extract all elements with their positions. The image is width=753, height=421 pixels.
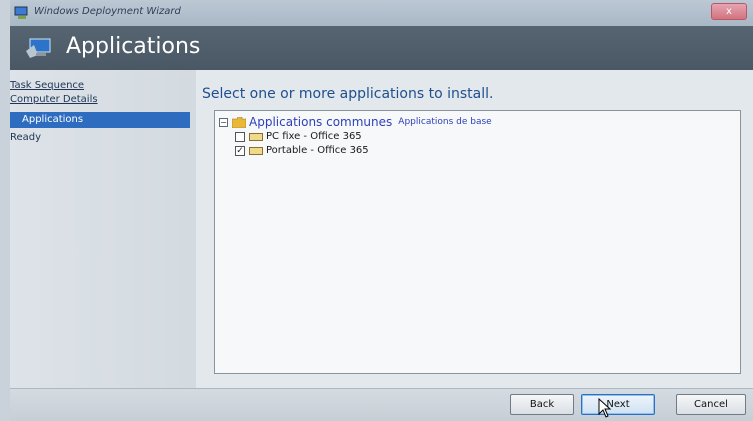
- back-button[interactable]: Back: [510, 394, 574, 415]
- checkbox-portable[interactable]: ✓: [235, 145, 245, 156]
- close-button[interactable]: x: [711, 3, 747, 20]
- nav-item-ready: Ready: [10, 132, 42, 143]
- application-icon: [249, 146, 263, 155]
- nav-item-computer-details[interactable]: Computer Details: [10, 94, 98, 105]
- group-label: Applications communes: [249, 115, 393, 129]
- tree-group-row[interactable]: − Applications communes Applications de …: [219, 115, 492, 129]
- folder-icon: [232, 116, 246, 128]
- tree-item-pc-fixe[interactable]: PC fixe - Office 365: [235, 131, 362, 142]
- nav-item-applications[interactable]: Applications: [10, 112, 190, 128]
- tree-item-portable[interactable]: ✓ Portable - Office 365: [235, 145, 369, 156]
- page-title: Applications: [66, 34, 201, 59]
- mouse-cursor-icon: [598, 398, 612, 418]
- cancel-button[interactable]: Cancel: [676, 394, 746, 415]
- title-bar[interactable]: Windows Deployment Wizard x: [10, 0, 753, 26]
- app-label: PC fixe - Office 365: [266, 131, 362, 142]
- close-icon: x: [726, 6, 732, 17]
- button-bar: Back Next Cancel: [10, 388, 753, 421]
- window-title: Windows Deployment Wizard: [34, 6, 181, 17]
- computer-monitor-icon: [26, 38, 51, 58]
- group-description: Applications de base: [398, 117, 492, 127]
- instruction-text: Select one or more applications to insta…: [202, 86, 494, 102]
- wizard-steps-nav: Task Sequence Computer Details Applicati…: [10, 70, 196, 388]
- application-icon: [249, 132, 263, 141]
- wizard-computer-icon: [14, 6, 28, 19]
- applications-tree[interactable]: − Applications communes Applications de …: [214, 110, 741, 374]
- next-button[interactable]: Next: [581, 394, 655, 415]
- main-panel: Select one or more applications to insta…: [196, 70, 753, 388]
- page-header: Applications: [10, 26, 753, 70]
- app-label: Portable - Office 365: [266, 145, 369, 156]
- nav-item-task-sequence[interactable]: Task Sequence: [10, 80, 84, 91]
- checkbox-pc-fixe[interactable]: [235, 131, 245, 142]
- collapse-icon[interactable]: −: [219, 117, 228, 127]
- deployment-wizard-window: Windows Deployment Wizard x Applications…: [10, 0, 753, 421]
